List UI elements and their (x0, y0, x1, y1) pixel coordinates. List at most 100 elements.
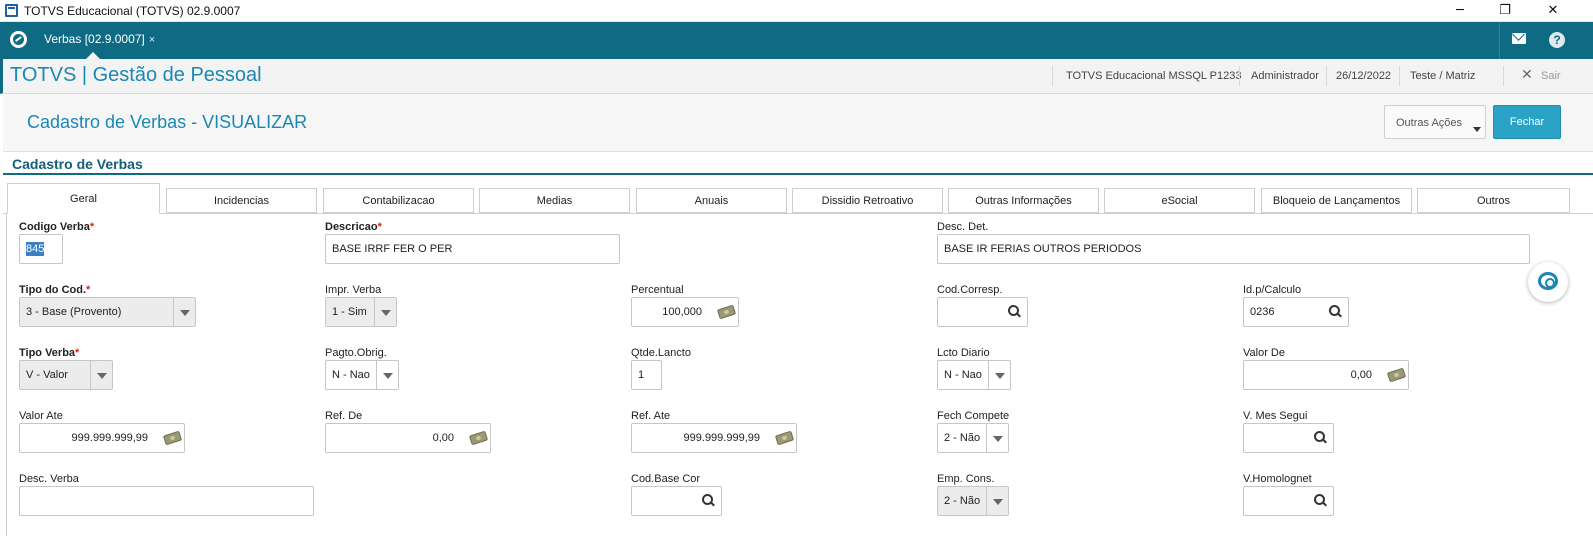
search-icon[interactable] (702, 494, 714, 506)
database-info: TOTVS Educacional MSSQL P1233 (1066, 70, 1242, 82)
percentual-field[interactable]: 100,000 (631, 297, 739, 327)
tipo-verba-select[interactable]: V - Valor (19, 360, 113, 390)
ref-ate-field[interactable]: 999.999.999,99 (631, 423, 797, 453)
tab-incidencias[interactable]: Incidencias (166, 188, 317, 213)
required-mark: * (86, 284, 91, 296)
chat-icon (1538, 272, 1558, 290)
company-info[interactable]: Teste / Matriz (1410, 70, 1475, 82)
desc-verba-field[interactable] (19, 486, 314, 516)
qtde-lancto-label: Qtde.Lancto (631, 347, 691, 359)
id-calculo-value: 0236 (1250, 306, 1275, 318)
lcto-diario-select[interactable]: N - Nao (937, 360, 1011, 390)
codigo-verba-value: 845 (26, 242, 45, 256)
v-mes-segui-label: V. Mes Segui (1243, 410, 1308, 422)
cod-base-cor-label: Cod.Base Cor (631, 473, 701, 485)
ref-de-label: Ref. De (325, 410, 363, 422)
exit-icon[interactable]: ✕ (1521, 67, 1533, 83)
impr-verba-select[interactable]: 1 - Sim (325, 297, 397, 327)
desc-det-label: Desc. Det. (937, 221, 989, 233)
emp-cons-label: Emp. Cons. (937, 473, 995, 485)
valor-ate-label: Valor Ate (19, 410, 63, 422)
more-actions-button[interactable]: Outras Ações (1384, 105, 1486, 139)
tab-dissidio-retroativo[interactable]: Dissidio Retroativo (792, 188, 943, 213)
tab-outras-informacoes[interactable]: Outras Informações (948, 188, 1099, 213)
close-button[interactable]: Fechar (1493, 105, 1561, 139)
cod-corresp-label: Cod.Corresp. (937, 284, 1003, 296)
calculator-icon[interactable] (468, 430, 489, 446)
tab-medias[interactable]: Medias (479, 188, 630, 213)
header-divider (1399, 66, 1400, 86)
chevron-down-icon[interactable] (374, 298, 396, 326)
calculator-icon[interactable] (1386, 367, 1407, 383)
tab-contabilizacao[interactable]: Contabilizacao (323, 188, 474, 213)
required-mark: * (75, 347, 80, 359)
desc-det-field[interactable]: BASE IR FERIAS OUTROS PERIODOS (937, 234, 1530, 264)
qtde-lancto-field[interactable]: 1 (631, 360, 662, 390)
search-icon[interactable] (1314, 494, 1326, 506)
id-calculo-label: Id.p/Calculo (1243, 284, 1302, 296)
tipo-verba-label: Tipo Verba* (19, 347, 79, 359)
support-chat-button[interactable] (1528, 262, 1568, 302)
cod-corresp-field[interactable] (937, 297, 1028, 327)
tab-anuais[interactable]: Anuais (636, 188, 787, 213)
app-tab-bar: Verbas [02.9.0007] × ? (0, 22, 1593, 59)
impr-verba-value: 1 - Sim (332, 306, 367, 318)
cod-base-cor-field[interactable] (631, 486, 722, 516)
help-icon[interactable]: ? (1549, 32, 1565, 48)
calculator-icon[interactable] (774, 430, 795, 446)
emp-cons-value: 2 - Não (944, 495, 981, 507)
tab-bloqueio-lancamentos[interactable]: Bloqueio de Lançamentos (1261, 188, 1412, 213)
v-mes-segui-field[interactable] (1243, 423, 1334, 453)
restore-button[interactable]: ❐ (1482, 1, 1528, 21)
descricao-label-text: Descricao (325, 221, 378, 233)
calculator-icon[interactable] (716, 304, 737, 320)
chevron-down-icon[interactable] (376, 361, 398, 389)
app-window-icon (5, 4, 18, 17)
chevron-down-icon[interactable] (988, 361, 1010, 389)
tab-close-icon[interactable]: × (149, 34, 155, 46)
app-header: TOTVS | Gestão de Pessoal TOTVS Educacio… (0, 59, 1593, 94)
mail-icon[interactable] (1512, 33, 1526, 44)
valor-ate-field[interactable]: 999.999.999,99 (19, 423, 185, 453)
emp-cons-select[interactable]: 2 - Não (937, 486, 1009, 516)
tipo-cod-label-text: Tipo do Cod. (19, 284, 87, 296)
v-homolognet-field[interactable] (1243, 486, 1334, 516)
search-icon[interactable] (1314, 431, 1326, 443)
totvs-logo-icon[interactable] (10, 31, 27, 48)
chevron-down-icon[interactable] (173, 298, 195, 326)
fech-compete-select[interactable]: 2 - Não (937, 423, 1009, 453)
app-title: TOTVS | Gestão de Pessoal (10, 64, 262, 86)
lcto-diario-value: N - Nao (944, 369, 982, 381)
close-window-button[interactable]: ✕ (1530, 1, 1576, 21)
exit-button[interactable]: Sair (1541, 70, 1561, 82)
tabbar-divider (1499, 22, 1500, 59)
percentual-value: 100,000 (662, 306, 702, 318)
id-calculo-field[interactable]: 0236 (1243, 297, 1349, 327)
search-icon[interactable] (1329, 305, 1341, 317)
header-divider (1052, 66, 1053, 86)
descricao-field[interactable]: BASE IRRF FER O PER (325, 234, 620, 264)
active-tab-pointer (86, 52, 100, 59)
chevron-down-icon[interactable] (90, 361, 112, 389)
fech-compete-label: Fech Compete (937, 410, 1010, 422)
tab-outros[interactable]: Outros (1417, 188, 1570, 213)
tab-geral[interactable]: Geral (7, 183, 160, 214)
codigo-verba-label: Codigo Verba* (19, 221, 94, 233)
calculator-icon[interactable] (162, 430, 183, 446)
tipo-cod-select[interactable]: 3 - Base (Provento) (19, 297, 196, 327)
pagto-obrig-select[interactable]: N - Nao (325, 360, 399, 390)
ref-de-field[interactable]: 0,00 (325, 423, 491, 453)
header-divider (1239, 66, 1240, 86)
minimize-button[interactable]: ─ (1437, 1, 1483, 21)
valor-de-value: 0,00 (1350, 369, 1372, 381)
tab-esocial[interactable]: eSocial (1104, 188, 1255, 213)
impr-verba-label: Impr. Verba (325, 284, 382, 296)
chevron-down-icon[interactable] (986, 424, 1008, 452)
lcto-diario-label: Lcto Diario (937, 347, 990, 359)
search-icon[interactable] (1008, 305, 1020, 317)
chevron-down-icon[interactable] (986, 487, 1008, 515)
valor-de-field[interactable]: 0,00 (1243, 360, 1409, 390)
percentual-label: Percentual (631, 284, 684, 296)
codigo-verba-field[interactable]: 845 (19, 234, 63, 264)
tipo-cod-label: Tipo do Cod.* (19, 284, 90, 296)
